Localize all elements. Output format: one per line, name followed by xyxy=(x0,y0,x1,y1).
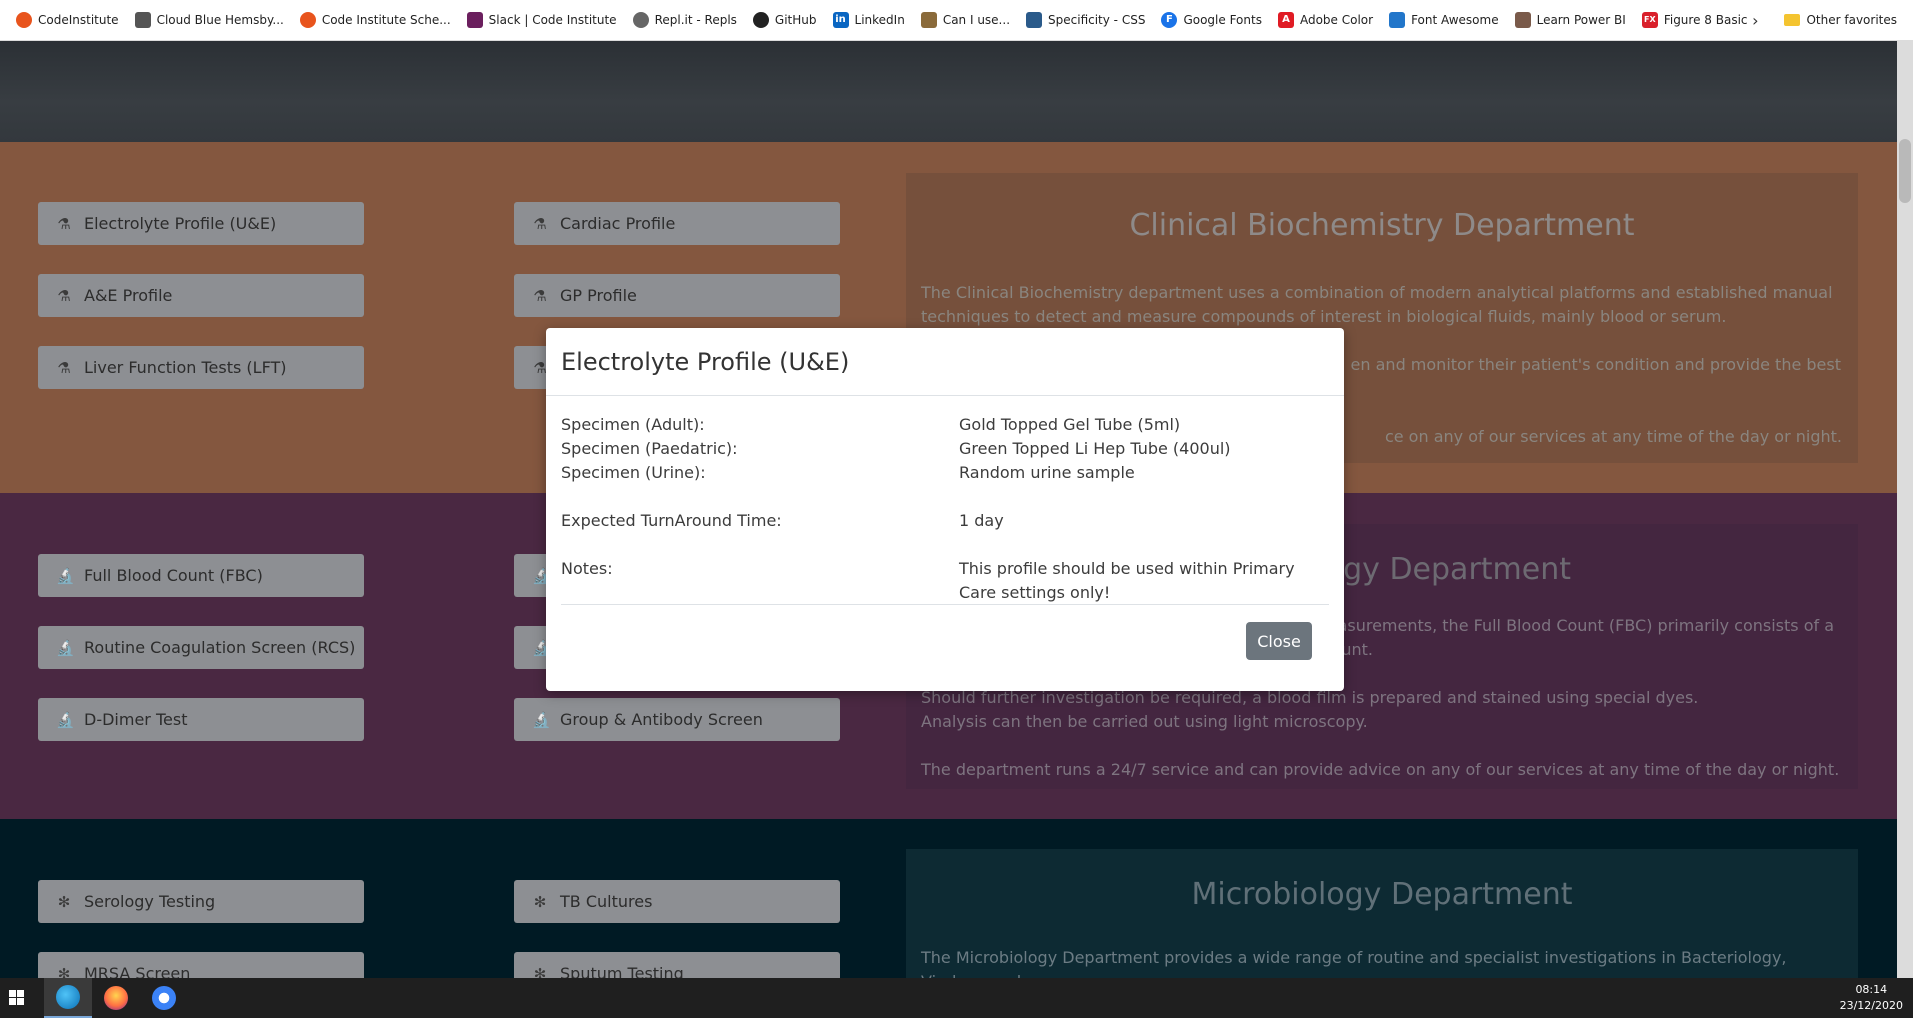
flag-icon xyxy=(1389,12,1406,28)
flask-icon: ⚗ xyxy=(533,214,547,233)
modal-title: Electrolyte Profile (U&E) xyxy=(561,348,850,376)
test-button-ae-profile[interactable]: ⚗ A&E Profile xyxy=(38,274,364,317)
firefox-icon xyxy=(104,986,128,1010)
microscope-icon: 🔬 xyxy=(56,566,75,585)
adobe-icon: A xyxy=(1277,12,1294,28)
detail-value: 1 day xyxy=(959,511,1004,530)
taskbar-firefox[interactable] xyxy=(92,978,140,1018)
bookmark-replit[interactable]: Repl.it - Repls xyxy=(625,6,745,34)
folder-icon xyxy=(1784,14,1801,26)
modal-header: Electrolyte Profile (U&E) xyxy=(546,328,1344,396)
detail-value: Green Topped Li Hep Tube (400ul) xyxy=(959,439,1231,458)
department-text: The department runs a 24/7 service and c… xyxy=(921,760,1840,779)
bookmark-linkedin[interactable]: in LinkedIn xyxy=(825,6,913,34)
department-title: Microbiology Department xyxy=(1191,877,1573,912)
slack-icon xyxy=(466,12,483,28)
department-card-microbiology: Microbiology Department The Microbiology… xyxy=(906,849,1858,991)
test-button-group-antibody[interactable]: 🔬 Group & Antibody Screen xyxy=(514,698,840,741)
department-title: Clinical Biochemistry Department xyxy=(1129,208,1635,243)
scrollbar-thumb[interactable] xyxy=(1899,139,1911,203)
detail-label: Specimen (Urine): xyxy=(561,463,706,482)
detail-value: Random urine sample xyxy=(959,463,1135,482)
chevron-right-icon[interactable]: › xyxy=(1752,11,1758,30)
test-button-cardiac[interactable]: ⚗ Cardiac Profile xyxy=(514,202,840,245)
department-text: The Clinical Biochemistry department use… xyxy=(921,283,1833,326)
bookmark-font-awesome[interactable]: Font Awesome xyxy=(1381,6,1507,34)
microscope-icon: 🔬 xyxy=(532,710,551,729)
bacteria-icon: ✻ xyxy=(57,892,71,911)
windows-start-icon[interactable] xyxy=(9,990,25,1006)
clock-time: 08:14 xyxy=(1855,983,1888,996)
avatar-icon xyxy=(1514,12,1531,28)
chromium-icon xyxy=(152,986,176,1010)
detail-label: Expected TurnAround Time: xyxy=(561,511,782,530)
flask-icon: ⚗ xyxy=(57,214,71,233)
bookmark-cloud-blue[interactable]: Cloud Blue Hemsby... xyxy=(127,6,292,34)
detail-value: Gold Topped Gel Tube (5ml) xyxy=(959,415,1181,434)
system-clock[interactable]: 08:14 23/12/2020 xyxy=(1840,982,1903,1014)
taskbar-chromium[interactable] xyxy=(140,978,188,1018)
bookmark-slack[interactable]: Slack | Code Institute xyxy=(459,6,625,34)
test-details-modal: Electrolyte Profile (U&E) Specimen (Adul… xyxy=(546,328,1344,691)
other-favorites[interactable]: Other favorites xyxy=(1776,6,1905,34)
detail-label: Specimen (Paedatric): xyxy=(561,439,738,458)
codeinstitute-icon xyxy=(16,12,32,28)
detail-label: Notes: xyxy=(561,559,613,578)
department-text: Analysis can then be carried out using l… xyxy=(921,712,1368,731)
test-button-rcs[interactable]: 🔬 Routine Coagulation Screen (RCS) xyxy=(38,626,364,669)
bookmarks-bar: CodeInstitute Cloud Blue Hemsby... Code … xyxy=(0,0,1913,41)
microscope-icon: 🔬 xyxy=(56,710,75,729)
linkedin-icon: in xyxy=(832,12,849,28)
hero-banner xyxy=(0,41,1897,142)
modal-divider xyxy=(561,604,1329,605)
bookmark-codeinstitute[interactable]: CodeInstitute xyxy=(8,6,127,34)
test-button-gp-profile[interactable]: ⚗ GP Profile xyxy=(514,274,840,317)
test-button-tb-cultures[interactable]: ✻ TB Cultures xyxy=(514,880,840,923)
github-icon xyxy=(752,12,769,28)
replit-icon xyxy=(632,12,649,28)
microscope-icon: 🔬 xyxy=(56,638,75,657)
test-button-fbc[interactable]: 🔬 Full Blood Count (FBC) xyxy=(38,554,364,597)
bookmark-code-institute-schedule[interactable]: Code Institute Sche... xyxy=(292,6,459,34)
google-fonts-icon: F xyxy=(1161,12,1178,28)
bookmarks-right: › Other favorites xyxy=(1752,6,1905,34)
windows-taskbar: 08:14 23/12/2020 xyxy=(0,978,1913,1018)
caniuse-icon xyxy=(920,12,937,28)
taskbar-edge[interactable] xyxy=(44,978,92,1018)
bookmark-learn-power-bi[interactable]: Learn Power BI xyxy=(1507,6,1634,34)
bookmark-caniuse[interactable]: Can I use... xyxy=(913,6,1018,34)
css-icon xyxy=(1026,12,1043,28)
bookmark-github[interactable]: GitHub xyxy=(745,6,825,34)
bookmark-specificity[interactable]: Specificity - CSS xyxy=(1018,6,1153,34)
section-microbiology: ✻ Serology Testing ✻ TB Cultures ✻ MRSA Scr… xyxy=(0,819,1897,995)
flask-icon: ⚗ xyxy=(533,286,547,305)
clock-date: 23/12/2020 xyxy=(1839,999,1903,1012)
fx-icon: FX xyxy=(1641,12,1658,28)
bookmark-figure-8[interactable]: FX Figure 8 Basic xyxy=(1634,6,1756,34)
edge-icon xyxy=(56,985,80,1009)
flask-icon: ⚗ xyxy=(57,358,71,377)
flask-icon: ⚗ xyxy=(57,286,71,305)
codeinstitute-icon xyxy=(299,12,316,28)
bookmark-google-fonts[interactable]: F Google Fonts xyxy=(1153,6,1270,34)
test-button-lft[interactable]: ⚗ Liver Function Tests (LFT) xyxy=(38,346,364,389)
close-button[interactable]: Close xyxy=(1246,622,1312,660)
leaf-icon xyxy=(134,12,151,28)
bacteria-icon: ✻ xyxy=(533,892,547,911)
test-button-d-dimer[interactable]: 🔬 D-Dimer Test xyxy=(38,698,364,741)
detail-label: Specimen (Adult): xyxy=(561,415,705,434)
test-button-serology[interactable]: ✻ Serology Testing xyxy=(38,880,364,923)
bookmark-adobe-color[interactable]: A Adobe Color xyxy=(1270,6,1381,34)
detail-value: This profile should be used within Prima… xyxy=(959,559,1295,602)
test-button-electrolyte[interactable]: ⚗ Electrolyte Profile (U&E) xyxy=(38,202,364,245)
